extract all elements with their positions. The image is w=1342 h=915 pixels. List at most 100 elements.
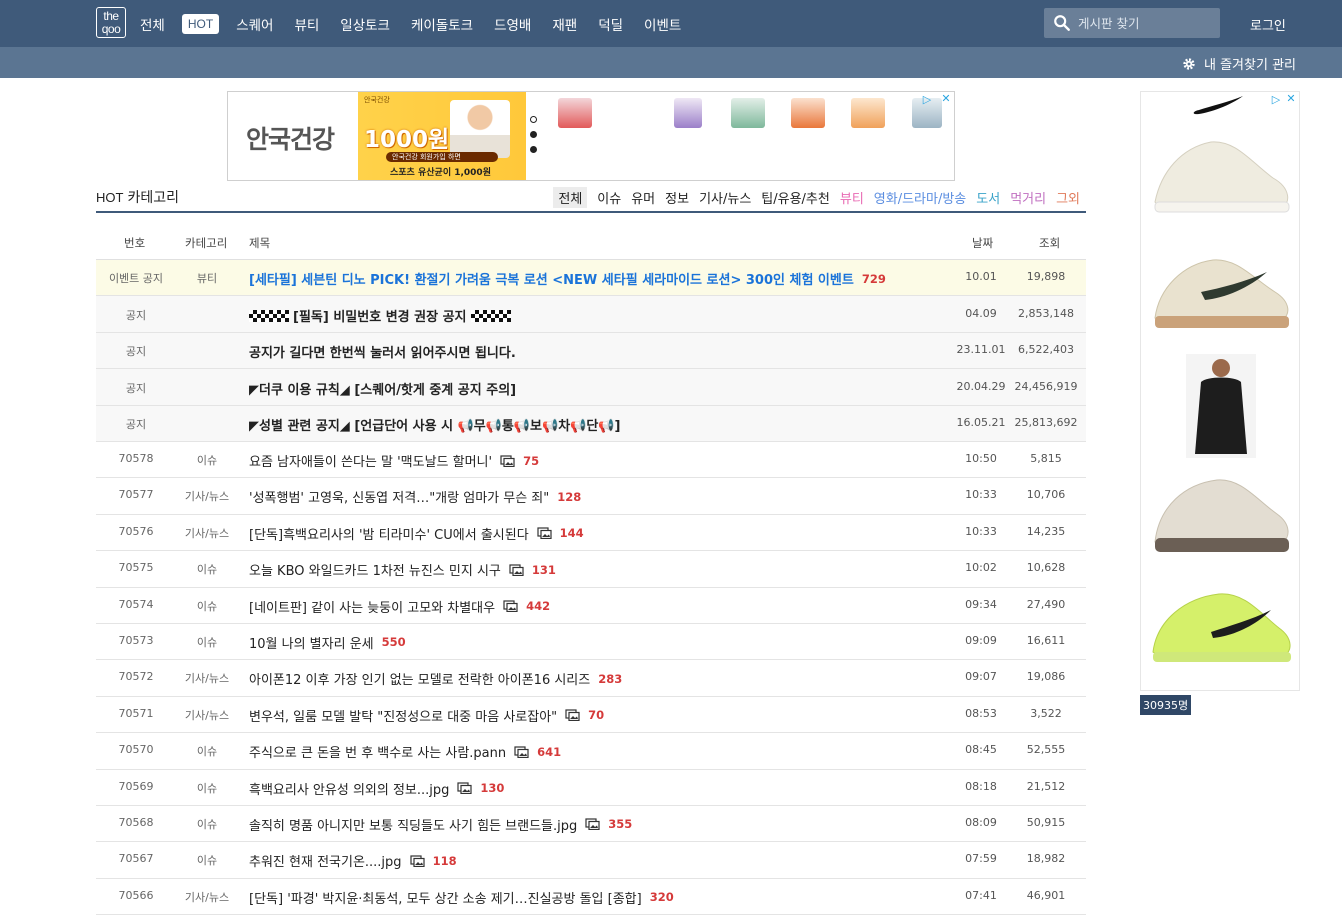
post-title-link[interactable]: [필독] 비밀번호 변경 권장 공지: [249, 306, 515, 325]
category-tab-0[interactable]: 전체: [553, 187, 588, 208]
table-row[interactable]: 공지 ◤성별 관련 공지◢ [언급단어 사용 시 📢무📢통📢보📢차📢단📢] 16.0…: [96, 406, 1086, 442]
comment-count[interactable]: 118: [433, 854, 457, 868]
post-title-link[interactable]: ◤더쿠 이용 규칙◢ [스퀘어/핫게 중계 공지 주의]: [249, 379, 516, 398]
ad-close-icon[interactable]: ✕: [1285, 93, 1297, 105]
post-number: 공지: [125, 382, 147, 395]
comment-count[interactable]: 729: [862, 272, 886, 286]
table-row[interactable]: 70570 이슈 주식으로 큰 돈을 번 후 백수로 사는 사람.pann 641 08…: [96, 733, 1086, 770]
table-row[interactable]: 70573 이슈 10월 나의 별자리 운세 550 09:09 16,611: [96, 624, 1086, 661]
category-tab-9[interactable]: 먹거리: [1010, 188, 1046, 207]
site-logo[interactable]: the qoo: [96, 7, 126, 38]
post-title-link[interactable]: ◤성별 관련 공지◢ [언급단어 사용 시 📢무📢통📢보📢차📢단📢]: [249, 415, 620, 434]
nav-item-1[interactable]: HOT: [181, 13, 220, 34]
table-row[interactable]: 공지 [필독] 비밀번호 변경 권장 공지 04.09 2,853,148: [96, 296, 1086, 333]
table-row[interactable]: 70572 기사/뉴스 아이폰12 이후 가장 인기 없는 모델로 전락한 아이폰1…: [96, 660, 1086, 697]
comment-count[interactable]: 70: [588, 708, 604, 722]
post-title-link[interactable]: 추워진 현재 전국기온....jpg 118: [249, 851, 457, 871]
col-views: 조회: [1039, 236, 1061, 250]
comment-count[interactable]: 550: [382, 635, 406, 649]
table-row[interactable]: 70577 기사/뉴스 '성폭행범' 고영욱, 신동엽 저격…"개랑 엄마가 무슨 …: [96, 478, 1086, 515]
table-row[interactable]: 70568 이슈 솔직히 명품 아니지만 보통 직딩들도 사기 힘든 브랜드들.jp…: [96, 806, 1086, 843]
comment-count[interactable]: 130: [480, 781, 504, 795]
table-row[interactable]: 70574 이슈 [네이트판] 같이 사는 늦둥이 고모와 차별대우 442 09:34…: [96, 588, 1086, 624]
search-icon[interactable]: [1053, 14, 1071, 32]
gear-icon: [1183, 57, 1195, 70]
post-title-link[interactable]: [단독] '파경' 박지윤·최동석, 모두 상간 소송 제기…진실공방 돌입 […: [249, 888, 674, 907]
post-views: 16,611: [1026, 633, 1066, 647]
table-row[interactable]: 70567 이슈 추워진 현재 전국기온....jpg 118 07:59 18,982: [96, 842, 1086, 879]
adchoices-icon[interactable]: ▷: [920, 93, 934, 106]
post-title-link[interactable]: 10월 나의 별자리 운세 550: [249, 633, 406, 652]
ad-close-icon[interactable]: ✕: [940, 93, 952, 105]
table-row[interactable]: 70569 이슈 흑백요리사 안유성 의외의 정보...jpg 130 08:18 21,…: [96, 770, 1086, 806]
comment-count[interactable]: 144: [560, 526, 584, 540]
post-title-link[interactable]: [네이트판] 같이 사는 늦둥이 고모와 차별대우 442: [249, 597, 550, 616]
ad-sub-text-2: 스포츠 유산균이 1,000원: [390, 168, 491, 178]
nav-item-4[interactable]: 일상토크: [340, 14, 390, 34]
post-title-link[interactable]: 솔직히 명품 아니지만 보통 직딩들도 사기 힘든 브랜드들.jpg 355: [249, 815, 632, 834]
table-row[interactable]: 70575 이슈 오늘 KBO 와일드카드 1차전 뉴진스 민지 시구 131 10:0…: [96, 551, 1086, 588]
board-search-input[interactable]: [1078, 8, 1216, 38]
post-number: 70574: [118, 597, 154, 611]
ad-product-image: [558, 98, 592, 128]
post-views: 25,813,692: [1014, 416, 1078, 429]
post-title-text: '성폭행범' 고영욱, 신동엽 저격…"개랑 엄마가 무슨 죄": [249, 491, 550, 507]
login-link[interactable]: 로그인: [1250, 15, 1286, 34]
comment-count[interactable]: 355: [608, 817, 632, 831]
top-banner-ad[interactable]: 안국건강 안국건강 1000원 안국건강 회원가입 하면 스포츠 유산균이 1,…: [227, 91, 955, 181]
post-title-link[interactable]: 주식으로 큰 돈을 번 후 백수로 사는 사람.pann 641: [249, 742, 561, 762]
post-title-link[interactable]: 오늘 KBO 와일드카드 1차전 뉴진스 민지 시구 131: [249, 560, 556, 580]
nav-item-0[interactable]: 전체: [140, 14, 165, 34]
category-tab-6[interactable]: 뷰티: [840, 188, 864, 207]
comment-count[interactable]: 641: [537, 745, 561, 759]
nav-item-9[interactable]: 이벤트: [644, 14, 681, 34]
side-banner-ad[interactable]: ▷ ✕: [1140, 91, 1300, 691]
comment-count[interactable]: 128: [557, 490, 581, 504]
category-tab-5[interactable]: 팁/유용/추천: [761, 188, 830, 207]
post-title-link[interactable]: 아이폰12 이후 가장 인기 없는 모델로 전락한 아이폰16 시리즈 283: [249, 669, 622, 689]
nav-item-2[interactable]: 스퀘어: [236, 14, 273, 34]
nav-item-7[interactable]: 재팬: [552, 14, 577, 34]
post-title-link[interactable]: 변우석, 일룸 모델 발탁 "진정성으로 대중 마음 사로잡아" 70: [249, 706, 604, 725]
comment-count[interactable]: 283: [598, 672, 622, 686]
col-title: 제목: [249, 236, 271, 250]
nav-item-3[interactable]: 뷰티: [294, 14, 319, 34]
comment-count[interactable]: 442: [526, 599, 550, 613]
category-tab-7[interactable]: 영화/드라마/방송: [874, 188, 966, 207]
nav-item-6[interactable]: 드영배: [494, 14, 531, 34]
table-row[interactable]: 70571 기사/뉴스 변우석, 일룸 모델 발탁 "진정성으로 대중 마음 사로잡…: [96, 697, 1086, 734]
image-attachment-icon: [537, 527, 552, 540]
post-title-link[interactable]: '성폭행범' 고영욱, 신동엽 저격…"개랑 엄마가 무슨 죄" 128: [249, 487, 581, 507]
favorites-manage-link[interactable]: 내 즐겨찾기 관리: [1182, 54, 1296, 73]
category-tab-3[interactable]: 정보: [665, 188, 689, 207]
category-tab-4[interactable]: 기사/뉴스: [699, 188, 751, 207]
table-row[interactable]: 70576 기사/뉴스 [단독]흑백요리사의 '밤 티라미수' CU에서 출시된다 1…: [96, 515, 1086, 552]
table-row[interactable]: 공지 공지가 길다면 한번씩 눌러서 읽어주시면 됩니다. 23.11.01 6,52…: [96, 333, 1086, 369]
table-row[interactable]: 70578 이슈 요즘 남자애들이 쓴다는 말 '맥도날드 할머니' 75 10:50 5…: [96, 442, 1086, 479]
table-row[interactable]: 공지 ◤더쿠 이용 규칙◢ [스퀘어/핫게 중계 공지 주의] 20.04.29 24…: [96, 369, 1086, 406]
category-tab-1[interactable]: 이슈: [597, 188, 621, 207]
adchoices-icon[interactable]: ▷: [1269, 93, 1283, 106]
comment-count[interactable]: 320: [650, 890, 674, 904]
comment-count[interactable]: 75: [523, 454, 539, 468]
post-title-link[interactable]: 흑백요리사 안유성 의외의 정보...jpg 130: [249, 779, 504, 798]
category-tab-10[interactable]: 그외: [1056, 188, 1080, 207]
post-number: 70570: [118, 743, 154, 757]
category-tab-8[interactable]: 도서: [976, 188, 1000, 207]
post-category: 이슈: [196, 781, 218, 795]
category-tab-2[interactable]: 유머: [631, 188, 655, 207]
post-title-link[interactable]: 요즘 남자애들이 쓴다는 말 '맥도날드 할머니' 75: [249, 451, 539, 471]
ad-carousel-dots[interactable]: [530, 116, 537, 161]
comment-count[interactable]: 131: [532, 563, 556, 577]
post-views: 10,706: [1026, 488, 1066, 502]
post-title-link[interactable]: [단독]흑백요리사의 '밤 티라미수' CU에서 출시된다 144: [249, 524, 584, 543]
table-row[interactable]: 이벤트 공지 뷰티 [세타필] 세븐틴 디노 PICK! 환절기 가려움 극복 로션…: [96, 260, 1086, 296]
table-row[interactable]: 70566 기사/뉴스 [단독] '파경' 박지윤·최동석, 모두 상간 소송 제기…: [96, 879, 1086, 915]
nav-item-5[interactable]: 케이돌토크: [411, 14, 473, 34]
post-title-link[interactable]: 공지가 길다면 한번씩 눌러서 읽어주시면 됩니다.: [249, 342, 516, 361]
post-title-text: 10월 나의 별자리 운세: [249, 636, 374, 652]
post-title-text: 공지가 길다면 한번씩 눌러서 읽어주시면 됩니다.: [249, 346, 516, 361]
post-views: 5,815: [1030, 452, 1062, 465]
nav-item-8[interactable]: 덕딜: [598, 14, 623, 34]
post-title-link[interactable]: [세타필] 세븐틴 디노 PICK! 환절기 가려움 극복 로션 <NEW 세타…: [249, 269, 886, 289]
